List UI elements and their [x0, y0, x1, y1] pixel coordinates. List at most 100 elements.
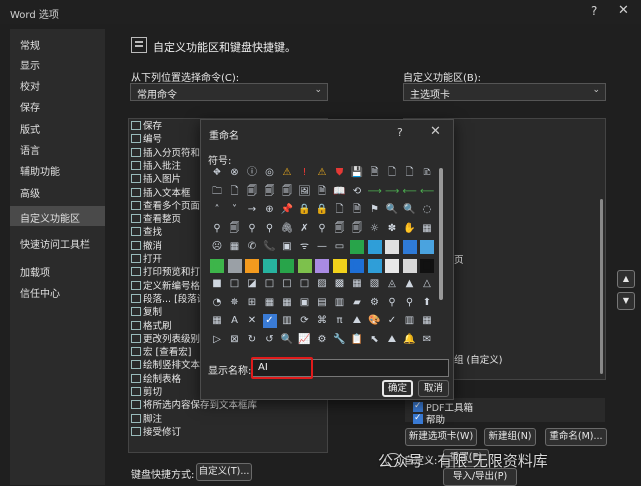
symbol-cell[interactable]: ⚙: [315, 333, 329, 347]
command-list-item[interactable]: 查找: [131, 227, 162, 238]
help-icon[interactable]: ?: [397, 126, 403, 139]
symbol-cell[interactable]: 🗐: [350, 222, 364, 236]
symbol-cell[interactable]: 🗎: [315, 185, 329, 199]
symbol-cell[interactable]: ■: [297, 258, 312, 273]
symbol-cell[interactable]: ⓘ: [245, 166, 259, 180]
symbol-cell[interactable]: 🔧: [333, 333, 347, 347]
symbol-cell[interactable]: 🗋: [333, 203, 347, 217]
symbol-cell[interactable]: ✽: [385, 222, 399, 236]
symbol-cell[interactable]: ■: [402, 258, 417, 273]
command-list-item[interactable]: 定义新编号格: [131, 280, 200, 292]
symbol-cell[interactable]: 🗎: [368, 166, 382, 180]
symbol-cell[interactable]: ⟳: [298, 314, 312, 328]
symbol-cell[interactable]: ⛖: [210, 166, 224, 180]
symbol-cell[interactable]: ◔: [210, 296, 224, 310]
command-list-item[interactable]: 格式刷: [131, 320, 172, 332]
symbol-cell[interactable]: ▧: [368, 277, 382, 291]
close-icon[interactable]: ✕: [618, 3, 629, 18]
symbol-cell[interactable]: 🗀: [210, 185, 224, 199]
symbol-cell[interactable]: 🗋: [228, 185, 242, 199]
symbol-cell[interactable]: ▣: [298, 296, 312, 310]
command-list-item[interactable]: 撤消: [131, 240, 162, 252]
symbol-cell[interactable]: 🗎: [350, 203, 364, 217]
command-list-item[interactable]: 复制: [131, 307, 162, 318]
command-list-item[interactable]: 插入分页符和: [131, 147, 200, 159]
symbol-cell[interactable]: ⚠: [280, 166, 294, 180]
symbol-cell[interactable]: ✵: [228, 296, 242, 310]
symbol-cell[interactable]: 💾: [350, 166, 364, 180]
symbol-cell[interactable]: ■: [262, 258, 277, 273]
symbol-cell[interactable]: ▦: [228, 240, 242, 254]
command-list-item[interactable]: 段落... [段落设: [131, 293, 206, 305]
symbol-cell[interactable]: →: [245, 203, 259, 217]
symbol-cell[interactable]: ▦: [350, 277, 364, 291]
cancel-button[interactable]: 取消: [418, 380, 449, 397]
command-list-item[interactable]: 绘制表格: [131, 373, 181, 385]
symbol-cell[interactable]: ⛊: [333, 166, 347, 180]
symbol-cell[interactable]: ▥: [333, 296, 347, 310]
ribbon-tree-item-pdf[interactable]: PDF工具箱: [413, 401, 473, 414]
command-list-item[interactable]: 绘制竖排文本: [131, 360, 200, 371]
symbol-cell[interactable]: ✗: [298, 222, 312, 236]
command-list-item[interactable]: 剪切: [131, 387, 162, 398]
symbol-cell[interactable]: ▦: [420, 222, 434, 236]
rename-button[interactable]: 重命名(M)...: [545, 428, 607, 446]
close-icon[interactable]: ✕: [430, 124, 441, 139]
symbol-cell[interactable]: ▷: [210, 333, 224, 347]
symbol-cell[interactable]: ■: [210, 277, 224, 291]
symbol-cell[interactable]: 🔒: [298, 203, 312, 217]
symbol-cell[interactable]: ↺: [263, 333, 277, 347]
symbol-scrollbar[interactable]: [439, 168, 443, 300]
symbol-cell[interactable]: ⟵: [403, 185, 417, 199]
nav-item[interactable]: 语言: [10, 138, 105, 158]
symbol-cell[interactable]: ■: [385, 240, 399, 254]
symbol-cell[interactable]: ☼: [368, 222, 382, 236]
symbol-cell[interactable]: ▦: [420, 314, 434, 328]
checkbox-icon[interactable]: [413, 413, 423, 424]
symbol-cell[interactable]: ◎: [263, 166, 277, 180]
symbol-cell[interactable]: ⚲: [403, 296, 417, 310]
new-group-button[interactable]: 新建组(N): [484, 428, 536, 446]
command-list-item[interactable]: 插入批注: [131, 160, 181, 172]
symbol-cell[interactable]: ⬉: [368, 333, 382, 347]
symbol-cell[interactable]: !: [298, 166, 312, 180]
symbol-cell[interactable]: ⚲: [315, 222, 329, 236]
symbol-cell[interactable]: ▰: [350, 296, 364, 310]
nav-item[interactable]: 高级: [10, 181, 105, 201]
command-list-item[interactable]: 插入文本框: [131, 187, 191, 199]
symbol-cell[interactable]: ⊗: [228, 166, 242, 180]
symbol-cell[interactable]: ■: [420, 240, 434, 254]
symbol-cell[interactable]: ▤: [315, 296, 329, 310]
checkbox-icon[interactable]: [413, 401, 423, 412]
symbol-cell[interactable]: A: [228, 314, 242, 328]
symbol-cell[interactable]: ▭: [333, 240, 347, 254]
symbol-cell[interactable]: ■: [332, 258, 347, 273]
nav-item[interactable]: 常规: [10, 33, 105, 53]
symbol-cell[interactable]: 🔔: [403, 333, 417, 347]
symbol-cell[interactable]: ᯤ: [298, 240, 312, 254]
symbol-cell[interactable]: 🔍: [403, 203, 417, 217]
symbol-cell[interactable]: ✕: [245, 314, 259, 328]
nav-item[interactable]: 保存: [10, 95, 105, 115]
symbol-cell[interactable]: ˄: [210, 203, 224, 217]
symbol-cell[interactable]: ▨: [315, 277, 329, 291]
command-list-item[interactable]: 将所选内容保存到文本框库: [131, 400, 257, 411]
symbol-cell[interactable]: 🗋: [385, 166, 399, 180]
symbol-cell[interactable]: 🔍: [385, 203, 399, 217]
command-list-item[interactable]: 编号: [131, 134, 162, 145]
symbol-cell[interactable]: ⟵: [420, 185, 434, 199]
symbol-cell[interactable]: △: [420, 277, 434, 291]
symbol-cell[interactable]: 📞: [263, 240, 277, 254]
command-list-item[interactable]: 查看整页: [131, 214, 181, 225]
symbol-cell[interactable]: ▦: [263, 296, 277, 310]
nav-item[interactable]: 版式: [10, 117, 105, 137]
symbol-cell[interactable]: —: [315, 240, 329, 254]
symbol-cell[interactable]: ■: [402, 240, 417, 254]
symbol-cell[interactable]: ☹: [210, 240, 224, 254]
command-list-item[interactable]: 脚注: [131, 413, 162, 425]
command-list-item[interactable]: 保存: [131, 121, 162, 132]
symbol-cell[interactable]: 🗈: [420, 166, 434, 180]
symbol-cell[interactable]: ■: [280, 258, 294, 273]
symbol-cell[interactable]: ⚙: [368, 296, 382, 310]
symbol-cell[interactable]: ▥: [280, 314, 294, 328]
